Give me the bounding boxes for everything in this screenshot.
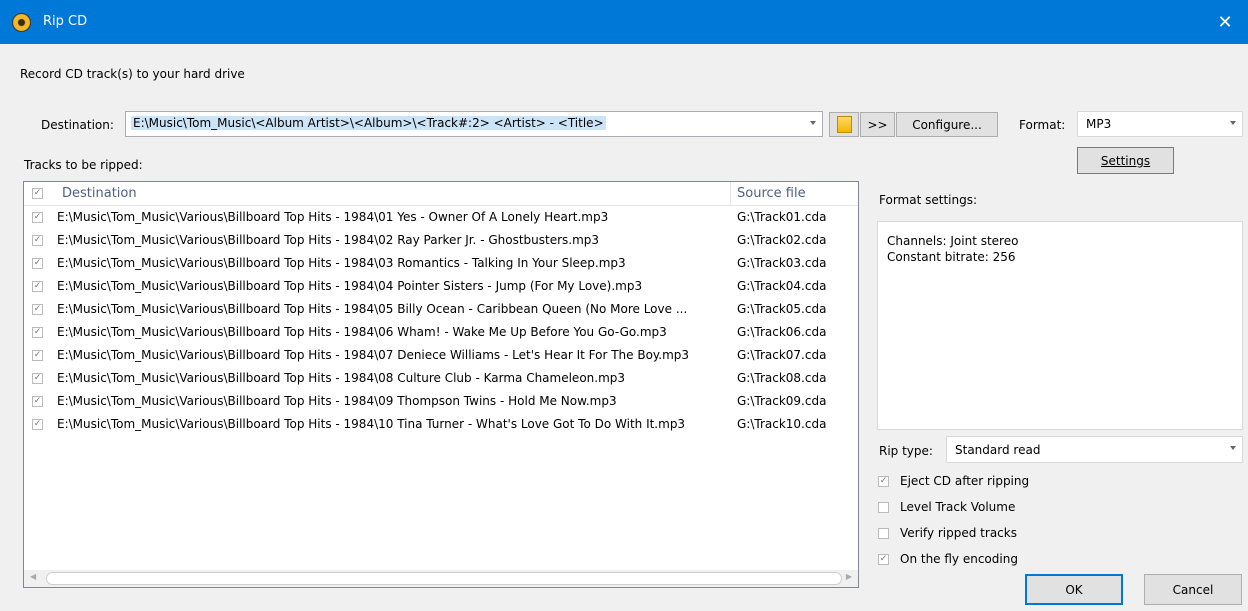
table-row[interactable]: ✓ E:\Music\Tom_Music\Various\Billboard T… bbox=[24, 275, 858, 298]
column-separator[interactable] bbox=[730, 182, 731, 206]
track-destination: E:\Music\Tom_Music\Various\Billboard Top… bbox=[57, 256, 626, 270]
format-value: MP3 bbox=[1086, 117, 1112, 131]
cancel-button[interactable]: Cancel bbox=[1144, 574, 1242, 605]
scroll-left-icon[interactable]: ◀ bbox=[30, 572, 36, 581]
track-source: G:\Track06.cda bbox=[737, 325, 827, 339]
chevron-down-icon[interactable] bbox=[1230, 121, 1236, 125]
track-checkbox[interactable]: ✓ bbox=[32, 419, 43, 430]
track-checkbox[interactable]: ✓ bbox=[32, 396, 43, 407]
destination-label: Destination: bbox=[41, 118, 114, 132]
settings-button-label: Settings bbox=[1100, 153, 1151, 168]
table-row[interactable]: ✓ E:\Music\Tom_Music\Various\Billboard T… bbox=[24, 321, 858, 344]
table-row[interactable]: ✓ E:\Music\Tom_Music\Various\Billboard T… bbox=[24, 252, 858, 275]
channels-text: Channels: Joint stereo bbox=[887, 234, 1019, 248]
table-row[interactable]: ✓ E:\Music\Tom_Music\Various\Billboard T… bbox=[24, 298, 858, 321]
track-destination: E:\Music\Tom_Music\Various\Billboard Top… bbox=[57, 348, 690, 362]
track-destination: E:\Music\Tom_Music\Various\Billboard Top… bbox=[57, 302, 688, 316]
track-destination: E:\Music\Tom_Music\Various\Billboard Top… bbox=[57, 325, 667, 339]
track-source: G:\Track09.cda bbox=[737, 394, 827, 408]
title-bar: Rip CD ✕ bbox=[0, 0, 1248, 44]
browse-folder-button[interactable] bbox=[829, 112, 859, 137]
table-row[interactable]: ✓ E:\Music\Tom_Music\Various\Billboard T… bbox=[24, 413, 858, 436]
bitrate-text: Constant bitrate: 256 bbox=[887, 250, 1016, 264]
eject-cd-label[interactable]: Eject CD after ripping bbox=[900, 474, 1029, 488]
track-destination: E:\Music\Tom_Music\Various\Billboard Top… bbox=[57, 233, 600, 247]
format-settings-label: Format settings: bbox=[879, 193, 977, 207]
verify-tracks-checkbox[interactable] bbox=[878, 528, 889, 539]
on-the-fly-label[interactable]: On the fly encoding bbox=[900, 552, 1018, 566]
rip-type-select[interactable]: Standard read bbox=[946, 436, 1243, 463]
rip-type-label: Rip type: bbox=[879, 444, 933, 458]
configure-button[interactable]: Configure... bbox=[896, 112, 998, 137]
scrollbar-thumb[interactable] bbox=[46, 572, 842, 585]
cd-icon bbox=[12, 13, 31, 32]
settings-button[interactable]: Settings bbox=[1077, 147, 1174, 174]
track-destination: E:\Music\Tom_Music\Various\Billboard Top… bbox=[57, 417, 686, 431]
format-settings-box: Channels: Joint stereo Constant bitrate:… bbox=[877, 221, 1243, 430]
track-destination: E:\Music\Tom_Music\Various\Billboard Top… bbox=[57, 394, 617, 408]
format-label: Format: bbox=[1019, 118, 1066, 132]
tracks-label: Tracks to be ripped: bbox=[24, 158, 143, 172]
select-all-checkbox[interactable]: ✓ bbox=[32, 188, 43, 199]
folder-icon bbox=[837, 116, 852, 133]
destination-value[interactable]: E:\Music\Tom_Music\<Album Artist>\<Album… bbox=[131, 116, 606, 130]
table-row[interactable]: ✓ E:\Music\Tom_Music\Various\Billboard T… bbox=[24, 206, 858, 229]
on-the-fly-checkbox[interactable]: ✓ bbox=[878, 554, 889, 565]
destination-combo[interactable]: E:\Music\Tom_Music\<Album Artist>\<Album… bbox=[125, 111, 823, 137]
track-source: G:\Track07.cda bbox=[737, 348, 827, 362]
horizontal-scrollbar[interactable]: ◀ ▶ bbox=[24, 570, 858, 587]
track-source: G:\Track08.cda bbox=[737, 371, 827, 385]
intro-text: Record CD track(s) to your hard drive bbox=[20, 67, 245, 81]
track-source: G:\Track10.cda bbox=[737, 417, 827, 431]
table-row[interactable]: ✓ E:\Music\Tom_Music\Various\Billboard T… bbox=[24, 344, 858, 367]
ok-button[interactable]: OK bbox=[1025, 574, 1123, 605]
track-source: G:\Track04.cda bbox=[737, 279, 827, 293]
track-source: G:\Track01.cda bbox=[737, 210, 827, 224]
track-source: G:\Track02.cda bbox=[737, 233, 827, 247]
track-destination: E:\Music\Tom_Music\Various\Billboard Top… bbox=[57, 210, 609, 224]
track-checkbox[interactable]: ✓ bbox=[32, 212, 43, 223]
verify-tracks-label[interactable]: Verify ripped tracks bbox=[900, 526, 1017, 540]
level-volume-checkbox[interactable] bbox=[878, 502, 889, 513]
close-button[interactable]: ✕ bbox=[1202, 0, 1248, 44]
track-destination: E:\Music\Tom_Music\Various\Billboard Top… bbox=[57, 371, 626, 385]
track-rows: ✓ E:\Music\Tom_Music\Various\Billboard T… bbox=[24, 206, 858, 436]
track-source: G:\Track03.cda bbox=[737, 256, 827, 270]
track-checkbox[interactable]: ✓ bbox=[32, 304, 43, 315]
window-title: Rip CD bbox=[43, 14, 88, 29]
scroll-right-icon[interactable]: ▶ bbox=[846, 572, 852, 581]
eject-cd-checkbox[interactable]: ✓ bbox=[878, 476, 889, 487]
track-checkbox[interactable]: ✓ bbox=[32, 235, 43, 246]
track-checkbox[interactable]: ✓ bbox=[32, 281, 43, 292]
track-destination: E:\Music\Tom_Music\Various\Billboard Top… bbox=[57, 279, 643, 293]
track-source: G:\Track05.cda bbox=[737, 302, 827, 316]
table-row[interactable]: ✓ E:\Music\Tom_Music\Various\Billboard T… bbox=[24, 367, 858, 390]
column-header-destination[interactable]: Destination bbox=[62, 186, 137, 201]
rip-type-value: Standard read bbox=[955, 443, 1041, 457]
table-row[interactable]: ✓ E:\Music\Tom_Music\Various\Billboard T… bbox=[24, 390, 858, 413]
chevron-down-icon[interactable] bbox=[810, 121, 816, 125]
table-row[interactable]: ✓ E:\Music\Tom_Music\Various\Billboard T… bbox=[24, 229, 858, 252]
track-checkbox[interactable]: ✓ bbox=[32, 373, 43, 384]
chevron-down-icon[interactable] bbox=[1230, 446, 1236, 450]
list-header: ✓ Destination Source file bbox=[24, 182, 858, 206]
tracks-list[interactable]: ✓ Destination Source file ✓ E:\Music\Tom… bbox=[23, 181, 859, 588]
more-button[interactable]: >> bbox=[860, 112, 895, 137]
format-select[interactable]: MP3 bbox=[1077, 111, 1243, 137]
column-header-source[interactable]: Source file bbox=[737, 186, 806, 201]
level-volume-label[interactable]: Level Track Volume bbox=[900, 500, 1015, 514]
track-checkbox[interactable]: ✓ bbox=[32, 327, 43, 338]
track-checkbox[interactable]: ✓ bbox=[32, 258, 43, 269]
track-checkbox[interactable]: ✓ bbox=[32, 350, 43, 361]
